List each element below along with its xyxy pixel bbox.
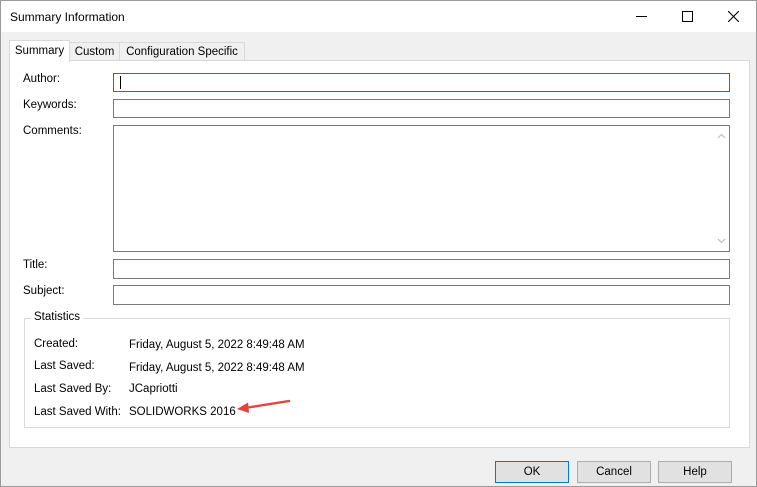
- author-input[interactable]: [113, 73, 730, 92]
- summary-information-dialog: Summary Information Summary Custom Confi…: [0, 0, 757, 487]
- subject-label: Subject:: [23, 285, 65, 297]
- tab-summary-label: Summary: [14, 45, 65, 57]
- last-saved-label: Last Saved:: [34, 360, 95, 372]
- minimize-button[interactable]: [618, 1, 664, 32]
- statistics-legend: Statistics: [31, 311, 84, 323]
- tab-configuration-specific-label: Configuration Specific: [126, 46, 238, 58]
- help-button[interactable]: Help: [658, 461, 732, 483]
- close-icon: [727, 11, 739, 22]
- created-label: Created:: [34, 338, 79, 350]
- ok-button[interactable]: OK: [495, 461, 569, 483]
- tab-configuration-specific[interactable]: Configuration Specific: [119, 42, 245, 61]
- tab-summary[interactable]: Summary: [9, 40, 70, 62]
- scroll-down-icon[interactable]: [717, 236, 726, 245]
- summary-panel: Author: Keywords: Comments: Title: Subje…: [9, 60, 750, 448]
- tab-custom-label: Custom: [74, 46, 115, 58]
- created-value: Friday, August 5, 2022 8:49:48 AM: [129, 339, 305, 351]
- maximize-button[interactable]: [664, 1, 710, 32]
- annotation-arrow-icon: [237, 399, 291, 413]
- title-label: Title:: [23, 259, 48, 271]
- cancel-button[interactable]: Cancel: [577, 461, 651, 483]
- tab-custom[interactable]: Custom: [68, 42, 121, 61]
- author-label: Author:: [23, 73, 61, 85]
- text-caret: [120, 76, 121, 89]
- keywords-label: Keywords:: [23, 99, 77, 111]
- maximize-icon: [681, 11, 693, 22]
- last-saved-value: Friday, August 5, 2022 8:49:48 AM: [129, 362, 305, 374]
- help-button-label: Help: [683, 466, 707, 478]
- last-saved-by-label: Last Saved By:: [34, 383, 112, 395]
- comments-label: Comments:: [23, 125, 82, 137]
- scroll-up-icon[interactable]: [717, 132, 726, 141]
- last-saved-with-value: SOLIDWORKS 2016: [129, 406, 236, 418]
- subject-input[interactable]: [113, 285, 730, 305]
- window-title: Summary Information: [10, 10, 125, 24]
- statistics-group: Statistics Created: Friday, August 5, 20…: [24, 311, 730, 428]
- title-bar[interactable]: Summary Information: [1, 1, 756, 32]
- last-saved-by-value: JCapriotti: [129, 383, 178, 395]
- title-input[interactable]: [113, 259, 730, 279]
- close-button[interactable]: [710, 1, 756, 32]
- ok-button-label: OK: [523, 466, 541, 478]
- keywords-input[interactable]: [113, 99, 730, 118]
- last-saved-with-label: Last Saved With:: [34, 406, 121, 418]
- comments-textarea[interactable]: [113, 125, 730, 252]
- cancel-button-label: Cancel: [596, 466, 632, 478]
- minimize-icon: [635, 16, 647, 17]
